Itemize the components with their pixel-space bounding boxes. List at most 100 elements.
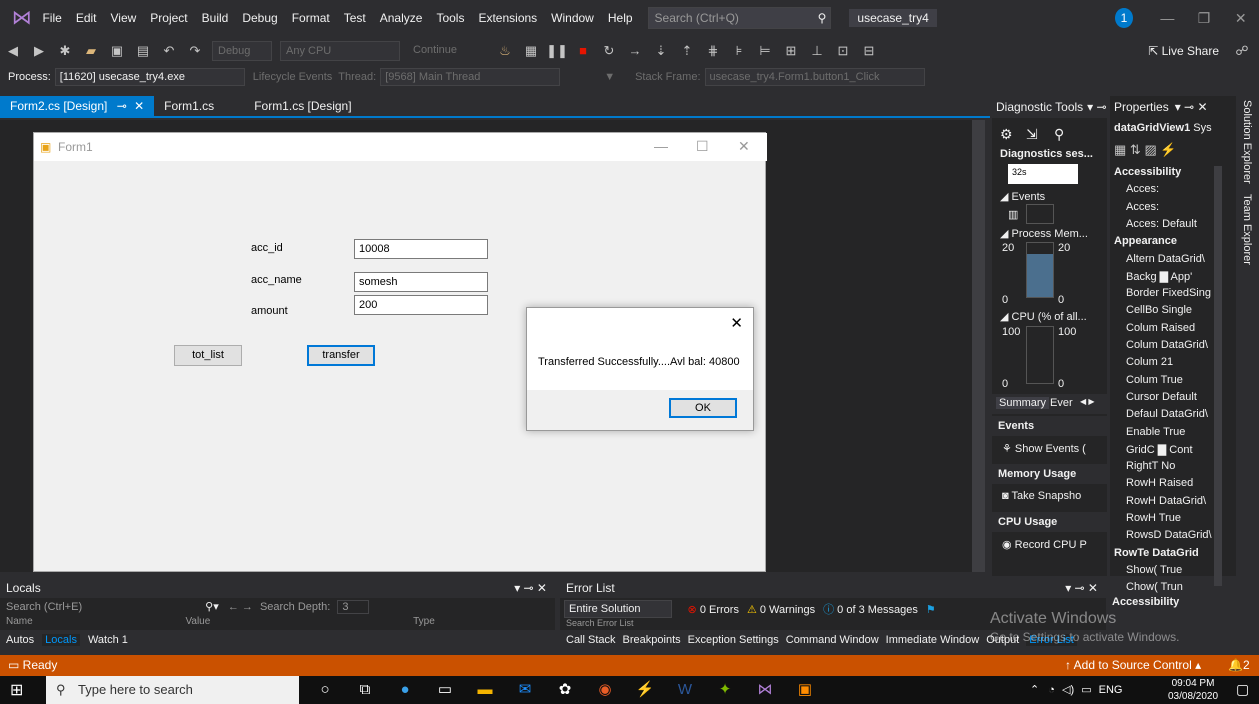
form-minimize-button[interactable]: — bbox=[654, 138, 668, 154]
property-row[interactable]: Cursor Default bbox=[1126, 391, 1222, 403]
form-app-icon[interactable]: ▣ bbox=[785, 676, 825, 704]
property-row[interactable]: Show( True bbox=[1126, 564, 1222, 576]
tab-form2-design[interactable]: Form2.cs [Design] ⊸ ✕ bbox=[0, 96, 155, 116]
property-row[interactable]: Backg ▇ App' bbox=[1126, 270, 1222, 283]
error-search-input[interactable]: Search Error List bbox=[566, 618, 634, 628]
export-icon[interactable]: ⇲ bbox=[1026, 126, 1038, 143]
volume-icon[interactable]: ◁) bbox=[1062, 684, 1074, 696]
tot-list-button[interactable]: tot_list bbox=[174, 345, 242, 366]
show-events-button[interactable]: ⚘ Show Events ( bbox=[1002, 442, 1086, 455]
thread-select[interactable]: [9568] Main Thread bbox=[380, 68, 561, 86]
dialog-close-button[interactable]: ✕ bbox=[730, 314, 743, 332]
tab-watch-1[interactable]: Watch 1 bbox=[88, 634, 128, 646]
warnings-filter[interactable]: ⚠ 0 Warnings bbox=[747, 603, 815, 616]
size-icon[interactable]: ⊡ bbox=[832, 40, 854, 62]
clock[interactable]: 09:04 PM 03/08/2020 bbox=[1168, 676, 1218, 703]
open-folder-icon[interactable]: ▰ bbox=[80, 40, 102, 62]
property-row[interactable]: Acces: bbox=[1126, 183, 1222, 195]
continue-button[interactable]: Continue bbox=[408, 41, 488, 61]
restart-icon[interactable]: ↻ bbox=[598, 40, 620, 62]
sublime-icon[interactable]: ⚡ bbox=[625, 676, 665, 704]
pin-icon[interactable]: ▾ ⊸ bbox=[1087, 100, 1106, 114]
properties-icon[interactable]: ▨ bbox=[1144, 142, 1156, 157]
save-icon[interactable]: ▣ bbox=[106, 40, 128, 62]
minimize-button[interactable]: — bbox=[1149, 10, 1186, 26]
property-row[interactable]: RowH DataGrid\ bbox=[1126, 495, 1222, 507]
property-row[interactable]: Colum DataGrid\ bbox=[1126, 339, 1222, 351]
property-row[interactable]: RowsD DataGrid\ bbox=[1126, 529, 1222, 541]
tab-form1-cs[interactable]: Form1.cs bbox=[154, 96, 224, 116]
menu-view[interactable]: View bbox=[104, 0, 144, 36]
object-selector[interactable]: dataGridView1 Sys bbox=[1114, 122, 1234, 134]
back-icon[interactable]: ◀ bbox=[2, 40, 24, 62]
nav-arrows-icon[interactable]: ← → bbox=[228, 601, 253, 613]
property-row[interactable]: Chow( Trun bbox=[1126, 581, 1222, 593]
property-row[interactable]: Colum Raised bbox=[1126, 322, 1222, 334]
record-cpu-button[interactable]: ◉ Record CPU P bbox=[1002, 538, 1087, 551]
maximize-button[interactable]: ❐ bbox=[1186, 10, 1223, 27]
close-button[interactable]: ✕ bbox=[1222, 10, 1259, 27]
settings-icon[interactable]: ✿ bbox=[545, 676, 585, 704]
grid-icon[interactable]: ⊞ bbox=[780, 40, 802, 62]
properties-scrollbar[interactable] bbox=[1214, 166, 1222, 586]
undo-icon[interactable]: ↶ bbox=[158, 40, 180, 62]
property-row[interactable]: Colum 21 bbox=[1126, 356, 1222, 368]
visual-studio-logo-icon[interactable]: ⋈ bbox=[8, 6, 35, 30]
property-category[interactable]: Accessibility bbox=[1114, 166, 1181, 178]
amount-input[interactable]: 200 bbox=[354, 295, 488, 315]
align-icon[interactable]: ⊧ bbox=[728, 40, 750, 62]
taskbar-search[interactable]: ⚲ Type here to search bbox=[46, 676, 299, 704]
locals-search-input[interactable]: Search (Ctrl+E) bbox=[6, 601, 82, 613]
language-indicator[interactable]: ENG bbox=[1099, 684, 1123, 696]
menu-test[interactable]: Test bbox=[337, 0, 373, 36]
tab-breakpoints[interactable]: Breakpoints bbox=[623, 634, 681, 646]
property-row[interactable]: RowH Raised bbox=[1126, 477, 1222, 489]
tab-command-window[interactable]: Command Window bbox=[786, 634, 879, 646]
save-all-icon[interactable]: ▤ bbox=[132, 40, 154, 62]
pin-icon[interactable]: ▾ ⊸ ✕ bbox=[1175, 100, 1208, 114]
property-row[interactable]: RowH True bbox=[1126, 512, 1222, 524]
form-close-button[interactable]: ✕ bbox=[738, 138, 750, 155]
acc-id-input[interactable]: 10008 bbox=[354, 239, 488, 259]
chrome-icon[interactable]: ◉ bbox=[585, 676, 625, 704]
tab-exception-settings[interactable]: Exception Settings bbox=[688, 634, 779, 646]
tab-summary[interactable]: Summary bbox=[996, 397, 1050, 409]
tab-locals[interactable]: Locals bbox=[42, 634, 80, 646]
menu-project[interactable]: Project bbox=[143, 0, 194, 36]
property-category[interactable]: RowTe DataGrid bbox=[1114, 547, 1199, 559]
property-row[interactable]: Defaul DataGrid\ bbox=[1126, 408, 1222, 420]
process-select[interactable]: [11620] usecase_try4.exe bbox=[54, 68, 245, 86]
terminal-icon[interactable]: ▭ bbox=[425, 676, 465, 704]
pin-icon[interactable]: ▾ ⊸ ✕ bbox=[514, 578, 547, 598]
search-input[interactable]: Search (Ctrl+Q) ⚲ bbox=[647, 7, 832, 29]
menu-format[interactable]: Format bbox=[285, 0, 337, 36]
tab-call-stack[interactable]: Call Stack bbox=[566, 634, 616, 646]
property-row[interactable]: GridC ▇ Cont bbox=[1126, 443, 1222, 456]
network-icon[interactable]: ◔ bbox=[1048, 684, 1055, 696]
menu-window[interactable]: Window bbox=[544, 0, 601, 36]
property-row[interactable]: RightT No bbox=[1126, 460, 1222, 472]
tab-form1-design[interactable]: Form1.cs [Design] bbox=[244, 96, 361, 116]
property-category[interactable]: Appearance bbox=[1114, 235, 1177, 247]
source-control-button[interactable]: ↑ Add to Source Control ▴ bbox=[1065, 655, 1201, 676]
filter-icon[interactable]: ▼ bbox=[604, 71, 615, 83]
pin-icon[interactable]: ⊸ bbox=[117, 99, 127, 113]
tab-events[interactable]: Ever bbox=[1050, 397, 1073, 409]
app-icon[interactable]: ✦ bbox=[705, 676, 745, 704]
battery-icon[interactable]: ▭ bbox=[1081, 684, 1091, 696]
team-explorer-tab[interactable]: Team Explorer bbox=[1241, 194, 1253, 265]
tab-autos[interactable]: Autos bbox=[6, 634, 34, 646]
solution-explorer-tab[interactable]: Solution Explorer bbox=[1241, 100, 1253, 184]
categorized-icon[interactable]: ▦ bbox=[1114, 142, 1126, 157]
action-center-icon[interactable]: ▢ bbox=[1236, 681, 1249, 698]
acc-name-input[interactable]: somesh bbox=[354, 272, 488, 292]
scope-select[interactable]: Entire Solution bbox=[564, 600, 672, 618]
property-row[interactable]: Altern DataGrid\ bbox=[1126, 253, 1222, 265]
property-row[interactable]: Enable True bbox=[1126, 426, 1222, 438]
task-view-icon[interactable]: ⧉ bbox=[345, 676, 385, 704]
cortana-icon[interactable]: ○ bbox=[305, 676, 345, 704]
alphabetical-icon[interactable]: ⇅ bbox=[1130, 142, 1141, 157]
settings-icon[interactable]: ⚙ bbox=[1000, 126, 1013, 143]
menu-analyze[interactable]: Analyze bbox=[373, 0, 430, 36]
file-explorer-icon[interactable]: ▬ bbox=[465, 676, 505, 704]
